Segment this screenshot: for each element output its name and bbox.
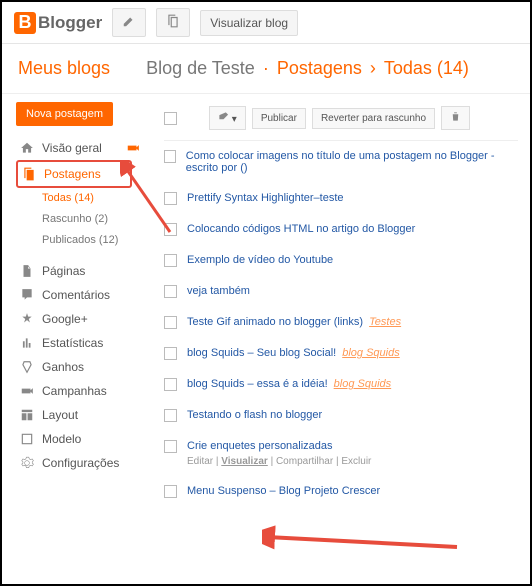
post-checkbox[interactable] [164,285,177,298]
post-title[interactable]: Menu Suspenso – Blog Projeto Crescer [187,485,380,497]
post-checkbox[interactable] [164,485,177,498]
post-title[interactable]: Crie enquetes personalizadas [187,440,333,452]
post-row: blog Squids – Seu blog Social! blog Squid… [164,338,518,369]
sidebar-item-campaigns[interactable]: Campanhas [16,379,152,403]
post-row: Colocando códigos HTML no artigo do Blog… [164,214,518,245]
tag-button[interactable]: ▾ [209,106,246,130]
sub-all[interactable]: Todas (14) [42,188,152,209]
post-row: blog Squids – essa é a idéia! blog Squids [164,369,518,400]
megaphone-icon [126,141,140,155]
sidebar-item-template[interactable]: Modelo [16,427,152,451]
post-title[interactable]: veja também [187,285,250,297]
post-row: Prettify Syntax Highlighter–teste [164,183,518,214]
post-title[interactable]: Exemplo de vídeo do Youtube [187,254,333,266]
sidebar-item-pages[interactable]: Páginas [16,259,152,283]
toolbar: ▾ Publicar Reverter para rascunho [164,102,518,141]
new-post-button[interactable]: Nova postagem [16,102,113,126]
post-title[interactable]: Colocando códigos HTML no artigo do Blog… [187,223,415,235]
post-label[interactable]: blog Squids [342,347,400,359]
sidebar: Nova postagem Visão geral Postagens Toda… [2,94,152,515]
post-row: Como colocar imagens no título de uma po… [164,141,518,183]
filter-name: Todas (14) [384,58,469,79]
post-row: Testando o flash no blogger [164,400,518,431]
delete-link[interactable]: Excluir [341,456,371,467]
publish-button[interactable]: Publicar [252,108,306,129]
post-checkbox[interactable] [164,378,177,391]
sub-published[interactable]: Publicados (12) [42,230,152,251]
logo-icon: B [14,12,36,34]
post-checkbox[interactable] [164,440,177,453]
edit-link[interactable]: Editar [187,456,213,467]
revert-button[interactable]: Reverter para rascunho [312,108,435,129]
blog-name: Blog de Teste [146,58,255,79]
post-checkbox[interactable] [164,150,176,163]
select-all-checkbox[interactable] [164,112,177,125]
post-title[interactable]: blog Squids – essa é a idéia! [187,378,328,390]
post-actions: Editar | Visualizar | Compartilhar | Exc… [187,456,371,467]
logo[interactable]: B Blogger [14,12,102,34]
post-checkbox[interactable] [164,409,177,422]
post-checkbox[interactable] [164,223,177,236]
my-blogs-link[interactable]: Meus blogs [18,58,110,79]
share-link[interactable]: Compartilhar [276,456,333,467]
post-title[interactable]: blog Squids – Seu blog Social! [187,347,336,359]
post-label[interactable]: Testes [369,316,401,328]
posts-button[interactable] [156,8,190,37]
post-title[interactable]: Prettify Syntax Highlighter–teste [187,192,344,204]
post-row: Teste Gif animado no blogger (links) Test… [164,307,518,338]
post-checkbox[interactable] [164,347,177,360]
post-row: veja também [164,276,518,307]
sub-draft[interactable]: Rascunho (2) [42,209,152,230]
post-label[interactable]: blog Squids [334,378,392,390]
header: B Blogger Visualizar blog [2,2,530,44]
logo-text: Blogger [38,13,102,33]
breadcrumb: Meus blogs Blog de Teste · Postagens › T… [2,44,530,94]
post-checkbox[interactable] [164,254,177,267]
sidebar-item-stats[interactable]: Estatísticas [16,331,152,355]
edit-button[interactable] [112,8,146,37]
view-blog-button[interactable]: Visualizar blog [200,10,298,36]
post-title[interactable]: Teste Gif animado no blogger (links) [187,316,363,328]
section-name: Postagens [277,58,362,79]
posts-list: Como colocar imagens no título de uma po… [164,141,518,507]
sidebar-sub: Todas (14) Rascunho (2) Publicados (12) [16,188,152,251]
sidebar-item-google[interactable]: Google+ [16,307,152,331]
post-title[interactable]: Testando o flash no blogger [187,409,322,421]
sidebar-item-posts[interactable]: Postagens [16,160,132,188]
sidebar-item-overview[interactable]: Visão geral [16,136,152,160]
sidebar-item-settings[interactable]: Configurações [16,451,152,475]
post-checkbox[interactable] [164,316,177,329]
post-title[interactable]: Como colocar imagens no título de uma po… [186,150,495,174]
post-checkbox[interactable] [164,192,177,205]
delete-button[interactable] [441,106,470,130]
post-row: Crie enquetes personalizadas Editar | Vis… [164,431,518,476]
post-row: Exemplo de vídeo do Youtube [164,245,518,276]
view-link[interactable]: Visualizar [221,456,268,467]
sidebar-item-layout[interactable]: Layout [16,403,152,427]
sidebar-item-earnings[interactable]: Ganhos [16,355,152,379]
content: ▾ Publicar Reverter para rascunho Como c… [152,94,530,515]
post-row: Menu Suspenso – Blog Projeto Crescer [164,476,518,507]
sidebar-item-comments[interactable]: Comentários [16,283,152,307]
